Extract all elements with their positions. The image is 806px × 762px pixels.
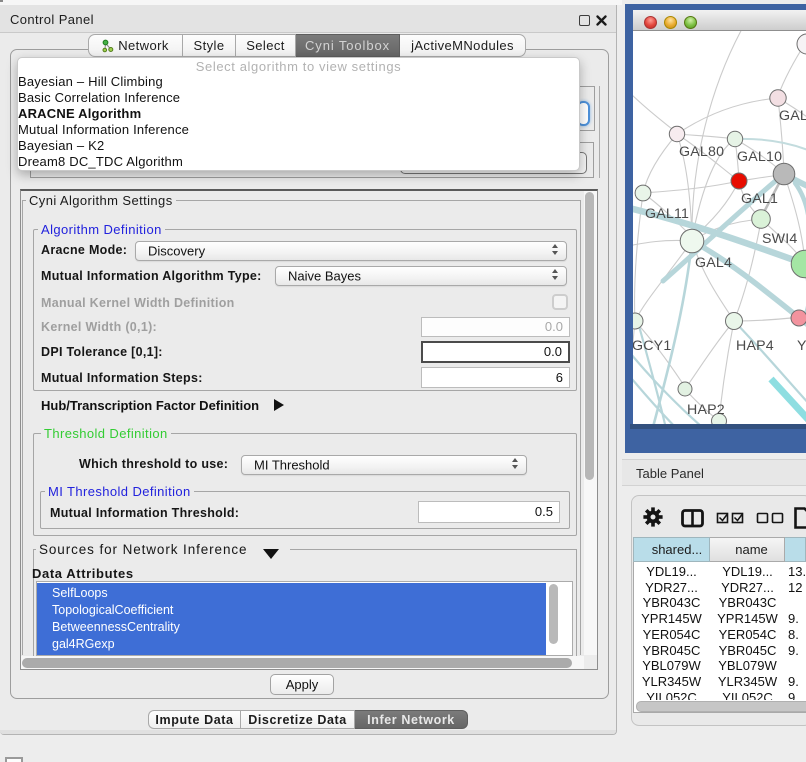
svg-text:GAL11: GAL11 <box>645 206 689 222</box>
svg-text:GAL80: GAL80 <box>679 144 724 160</box>
svg-text:HAP2: HAP2 <box>687 402 725 418</box>
svg-text:GAL1: GAL1 <box>741 191 778 207</box>
svg-text:GAL10: GAL10 <box>737 149 782 165</box>
svg-text:YE: YE <box>797 338 806 354</box>
svg-text:GCY1: GCY1 <box>633 338 671 354</box>
svg-text:GAL2: GAL2 <box>779 108 806 124</box>
svg-text:HAP4: HAP4 <box>736 338 774 354</box>
svg-text:SWI4: SWI4 <box>762 231 798 247</box>
svg-text:GAL4: GAL4 <box>695 255 732 271</box>
